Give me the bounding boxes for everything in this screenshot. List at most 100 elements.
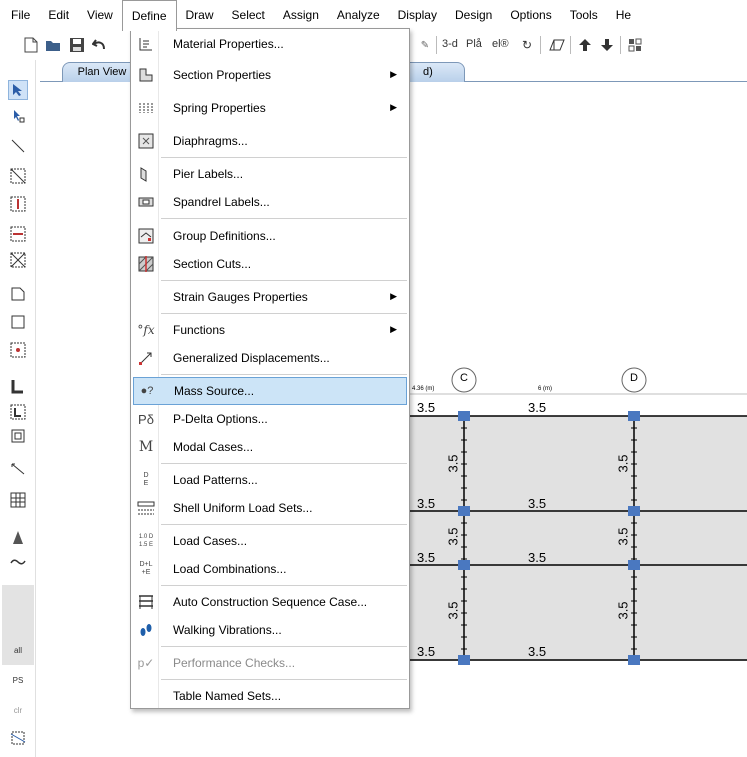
menu-item-table-named-sets[interactable]: Table Named Sets... — [133, 682, 407, 710]
menu-file[interactable]: File — [2, 0, 39, 30]
menu-separator — [161, 280, 407, 281]
menu-item-load-combinations[interactable]: D+L +E Load Combinations... — [133, 555, 407, 583]
previous-selection-button[interactable]: PS — [8, 670, 28, 690]
displacement-icon — [133, 344, 159, 372]
move-up-icon[interactable] — [576, 36, 594, 54]
menu-item-mass-source[interactable]: ●? Mass Source... — [133, 377, 407, 405]
submenu-arrow-icon: ▶ — [390, 291, 397, 301]
move-down-icon[interactable] — [598, 36, 616, 54]
walking-icon — [133, 616, 159, 644]
draw-dimension-icon[interactable] — [8, 458, 28, 478]
intersecting-line-select-icon[interactable] — [8, 728, 28, 748]
menu-edit[interactable]: Edit — [39, 0, 78, 30]
new-file-icon[interactable] — [22, 36, 40, 54]
grid-options-icon[interactable] — [626, 36, 644, 54]
plan-view-button[interactable]: Plå — [466, 38, 482, 50]
menu-item-material-properties[interactable]: Material Properties... — [133, 30, 407, 58]
menu-separator — [161, 463, 407, 464]
menu-item-label: Load Patterns... — [173, 473, 258, 487]
draw-column-icon[interactable] — [8, 194, 28, 214]
menu-item-auto-construction-sequence-case[interactable]: Auto Construction Sequence Case... — [133, 588, 407, 616]
menu-design[interactable]: Design — [446, 0, 501, 30]
menu-item-load-patterns[interactable]: D E Load Patterns... — [133, 466, 407, 494]
menu-item-label: Section Cuts... — [173, 257, 252, 271]
beam-dim-label: 3.5 — [417, 496, 436, 511]
load-case-icon: 1.0 D 1.5 E — [138, 534, 154, 548]
menu-item-modal-cases[interactable]: M Modal Cases... — [133, 433, 407, 461]
menu-item-walking-vibrations[interactable]: Walking Vibrations... — [133, 616, 407, 644]
menu-view[interactable]: View — [78, 0, 122, 30]
rotate-icon[interactable]: ↻ — [518, 36, 536, 54]
menu-assign[interactable]: Assign — [274, 0, 328, 30]
table-sets-icon — [133, 682, 159, 710]
menu-item-p-delta-options[interactable]: Pδ P-Delta Options... — [133, 405, 407, 433]
draw-rectangular-floor-icon[interactable] — [8, 312, 28, 332]
menu-item-label: Spandrel Labels... — [173, 195, 270, 209]
quick-draw-floor-icon[interactable] — [8, 340, 28, 360]
menu-item-strain-gauges-properties[interactable]: Strain Gauges Properties ▶ — [133, 283, 407, 311]
clear-selection-button[interactable]: clr — [8, 700, 28, 720]
menu-help[interactable]: He — [607, 0, 640, 30]
view-3d-button[interactable]: 3-d — [442, 38, 458, 50]
menu-item-spring-properties[interactable]: Spring Properties ▶ — [133, 94, 407, 122]
menu-display[interactable]: Display — [389, 0, 446, 30]
mass-icon: ●? — [140, 385, 154, 397]
toolbar-separator — [620, 36, 621, 54]
rubber-band-zoom-icon[interactable]: ✎ — [416, 36, 434, 54]
redo-icon[interactable] — [110, 36, 128, 54]
save-icon[interactable] — [68, 36, 86, 54]
column-dim-label: 3.5 — [445, 601, 461, 620]
menu-item-functions[interactable]: °fx Functions ▶ — [133, 316, 407, 344]
menu-item-section-cuts[interactable]: Section Cuts... — [133, 250, 407, 278]
column-dim-label: 3.5 — [615, 601, 631, 620]
menu-item-diaphragms[interactable]: Diaphragms... — [133, 127, 407, 155]
menu-item-label: Section Properties — [173, 68, 272, 82]
quick-draw-wall-icon[interactable] — [8, 402, 28, 422]
beam-dim-label: 3.5 — [528, 496, 547, 511]
grid-bubble-label-c: C — [460, 372, 468, 384]
perspective-icon[interactable] — [548, 36, 566, 54]
menu-item-label: Table Named Sets... — [173, 689, 282, 703]
pointer-icon[interactable] — [8, 80, 28, 100]
shell-load-icon — [133, 494, 159, 522]
menu-item-label: Functions — [173, 323, 226, 337]
draw-floor-icon[interactable] — [8, 284, 28, 304]
draw-x-brace-icon[interactable] — [8, 250, 28, 270]
menu-item-load-cases[interactable]: 1.0 D 1.5 E Load Cases... — [133, 527, 407, 555]
menu-item-label: Load Combinations... — [173, 562, 287, 576]
beam-dim-label: 3.5 — [417, 400, 436, 415]
menu-item-generalized-displacements[interactable]: Generalized Displacements... — [133, 344, 407, 372]
menu-item-pier-labels[interactable]: Pier Labels... — [133, 160, 407, 188]
reshape-pointer-icon[interactable] — [8, 106, 28, 126]
column-dim-label: 3.5 — [445, 527, 461, 546]
menu-item-section-properties[interactable]: Section Properties ▶ — [133, 61, 407, 89]
beam-dim-label: 3.5 — [528, 550, 547, 565]
menu-item-label: Material Properties... — [173, 37, 284, 51]
menu-item-shell-uniform-load-sets[interactable]: Shell Uniform Load Sets... — [133, 494, 407, 522]
draw-grid-icon[interactable] — [8, 490, 28, 510]
menu-item-group-definitions[interactable]: Group Definitions... — [133, 222, 407, 250]
menu-draw[interactable]: Draw — [177, 0, 223, 30]
menu-item-performance-checks[interactable]: p✓ Performance Checks... — [133, 649, 407, 677]
left-toolbar: all PS clr — [0, 60, 36, 757]
draw-beam-icon[interactable] — [8, 224, 28, 244]
define-menu-dropdown: Material Properties... Section Propertie… — [130, 28, 410, 709]
function-icon: °fx — [137, 323, 155, 337]
elevation-view-button[interactable]: el® — [492, 38, 509, 50]
menu-options[interactable]: Options — [501, 0, 560, 30]
draw-brace-icon[interactable] — [8, 166, 28, 186]
open-file-icon[interactable] — [44, 36, 62, 54]
menu-tools[interactable]: Tools — [561, 0, 607, 30]
menu-define[interactable]: Define — [121, 0, 177, 31]
draw-line-icon[interactable] — [8, 136, 28, 156]
menu-analyze[interactable]: Analyze — [328, 0, 389, 30]
menu-item-spandrel-labels[interactable]: Spandrel Labels... — [133, 188, 407, 216]
draw-wall-icon[interactable] — [8, 376, 28, 396]
select-all-button[interactable]: all — [8, 640, 28, 660]
draw-opening-icon[interactable] — [8, 426, 28, 446]
draw-tendon-icon[interactable] — [8, 528, 28, 548]
draw-wave-icon[interactable] — [8, 552, 28, 572]
undo-icon[interactable] — [90, 36, 108, 54]
menu-select[interactable]: Select — [223, 0, 274, 30]
etabs-window: File Edit View Define Draw Select Assign… — [0, 0, 747, 757]
